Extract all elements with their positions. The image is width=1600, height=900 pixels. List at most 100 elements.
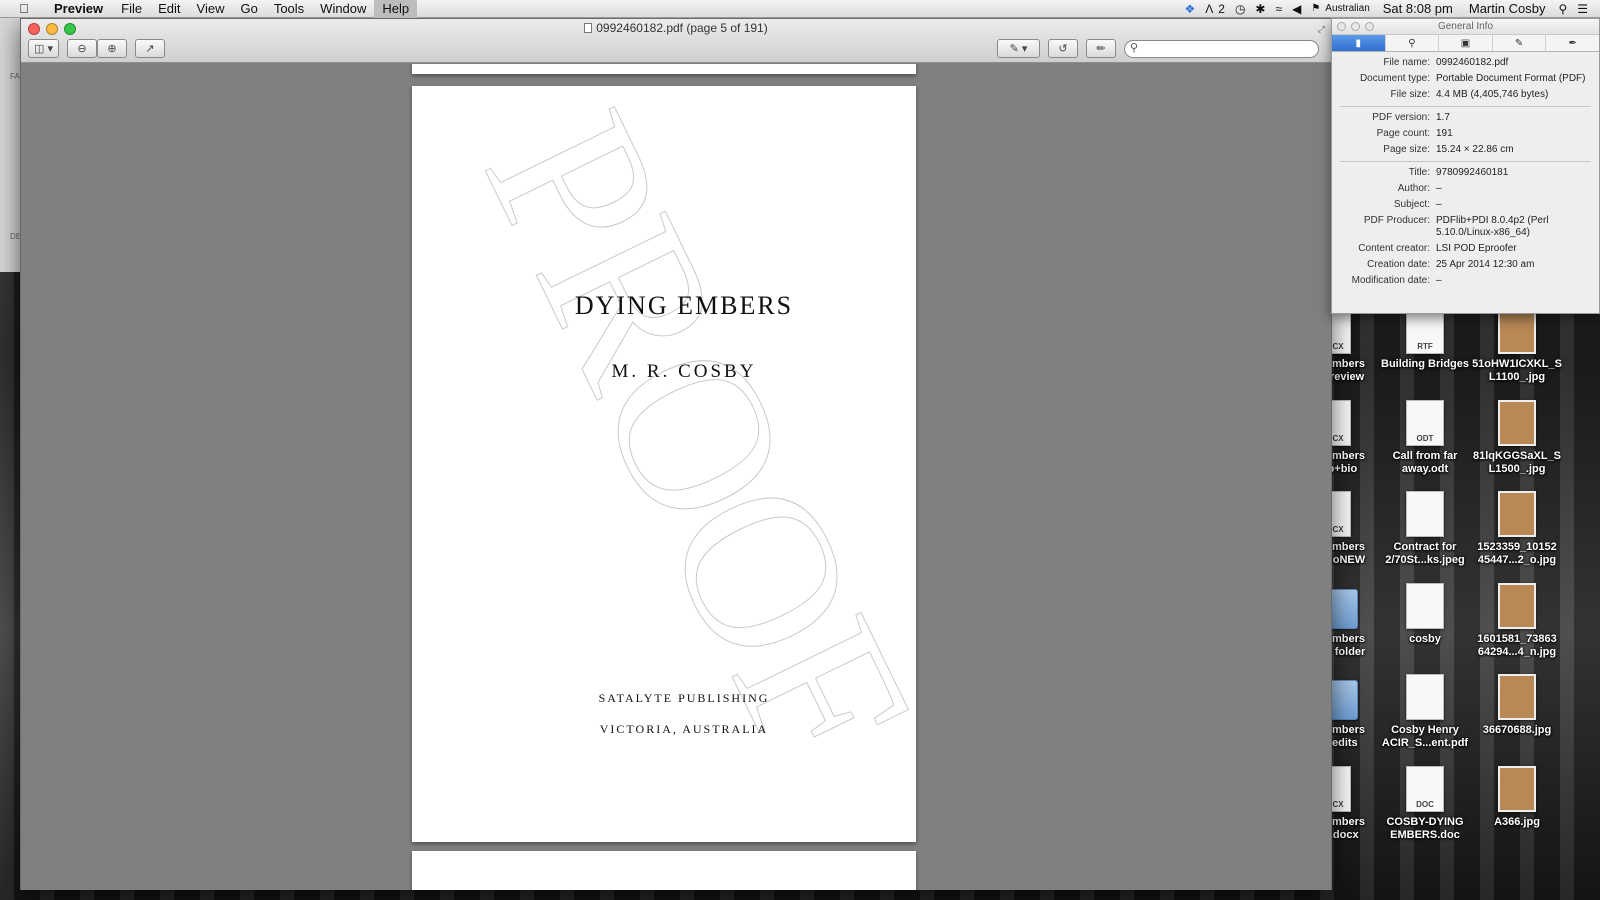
info-label: Content creator: [1358, 243, 1430, 254]
sidebar-toggle-button[interactable]: ◫ ▾ [28, 39, 59, 58]
book-author: M. R. COSBY [611, 361, 757, 382]
search-input[interactable] [1124, 40, 1319, 58]
desktop-icon[interactable]: 51oHW1ICXKL_S L1100_.jpg [1471, 308, 1563, 384]
status-area: ❖ Λ 2 ◷ ✱ ≈ ◀ ⚑ Australian Sat 8:08 pm M… [1179, 0, 1600, 18]
current-page[interactable]: PROOF DYING EMBERS M. R. COSBY SATALYTE … [412, 86, 916, 842]
volume-icon[interactable]: ◀ [1287, 0, 1306, 18]
desktop-icon-label: 51oHW1ICXKL_S L1100_.jpg [1472, 358, 1562, 383]
adobe-icon[interactable]: Λ [1200, 0, 1218, 18]
search-icon[interactable]: ⚲ [1386, 35, 1440, 51]
lock-icon[interactable]: ▣ [1439, 35, 1493, 51]
info-label: Document type: [1359, 73, 1430, 84]
info-row: Page size: 15.24 × 22.86 cm [1340, 142, 1591, 158]
menu-window[interactable]: Window [312, 0, 374, 18]
menu-tools[interactable]: Tools [266, 0, 312, 18]
menu-go[interactable]: Go [232, 0, 265, 18]
image-file-icon [1498, 674, 1536, 720]
zoom-out-button[interactable]: ⊖ [67, 39, 97, 58]
flag-icon[interactable]: ⚑ [1306, 0, 1325, 18]
desktop-icon[interactable]: Contract for 2/70St...ks.jpeg [1379, 491, 1471, 567]
time-machine-icon[interactable]: ◷ [1230, 0, 1250, 18]
image-file-icon [1498, 400, 1536, 446]
notification-center-icon[interactable]: ☰ [1572, 0, 1600, 18]
inspector-close-button[interactable] [1337, 22, 1346, 31]
inspector-zoom-button[interactable] [1365, 22, 1374, 31]
inspector-titlebar[interactable]: General Info [1332, 19, 1599, 35]
bg-window-label: FA [10, 72, 20, 81]
desktop-icon[interactable]: ODT Call from far away.odt [1379, 400, 1471, 476]
apple-menu-icon[interactable]:  [16, 1, 32, 16]
edit-toolbar-button[interactable]: ✏ [1086, 39, 1116, 58]
pen-icon[interactable]: ✒ [1546, 35, 1599, 51]
menu-edit[interactable]: Edit [150, 0, 188, 18]
desktop-icon[interactable]: 36670688.jpg [1471, 674, 1563, 737]
info-value: 191 [1436, 128, 1453, 139]
desktop-icon-label: cosby [1409, 633, 1441, 645]
desktop-icon[interactable]: Cosby Henry ACIR_S...ent.pdf [1379, 674, 1471, 750]
fullscreen-icon[interactable]: ⤢ [1318, 24, 1325, 35]
edit-icon: ✏ [1096, 43, 1106, 55]
info-row: Modification date: – [1340, 273, 1591, 289]
next-page[interactable] [412, 851, 916, 890]
image-file-icon [1498, 491, 1536, 537]
desktop-icon[interactable]: DOC COSBY-DYING EMBERS.doc [1379, 766, 1471, 842]
desktop-icon[interactable]: 1523359_10152 45447...2_o.jpg [1471, 491, 1563, 567]
app-menu[interactable]: Preview [48, 0, 113, 18]
desktop-icon[interactable]: RTF Building Bridges [1379, 308, 1471, 371]
info-value: PDFlib+PDI 8.0.4p2 (Perl 5.10.0/Linux-x8… [1436, 215, 1549, 238]
bluetooth-icon[interactable]: ✱ [1250, 0, 1270, 18]
desktop-icon-label: Building Bridges [1381, 358, 1469, 370]
info-label: Author: [1397, 183, 1430, 194]
desktop-icon-label: Call from far away.odt [1392, 450, 1458, 475]
input-source-label[interactable]: Australian [1325, 0, 1374, 18]
share-button[interactable]: ↗ [135, 39, 165, 58]
user-name[interactable]: Martin Cosby [1461, 0, 1554, 18]
notification-count[interactable]: 2 [1218, 0, 1230, 18]
rotate-icon: ↺ [1058, 43, 1068, 55]
background-window[interactable]: FA DE [0, 18, 22, 272]
general-info-icon[interactable]: ▮ [1332, 35, 1386, 51]
file-extension-label: DOC [1416, 800, 1434, 809]
info-row: PDF version: 1.7 [1340, 110, 1591, 126]
pen-icon: ✎ ▾ [1009, 43, 1028, 55]
clock[interactable]: Sat 8:08 pm [1375, 0, 1461, 18]
info-label: File name: [1383, 57, 1430, 68]
inspector-minimize-button[interactable] [1351, 22, 1360, 31]
info-row: Author: – [1340, 181, 1591, 197]
menu-view[interactable]: View [189, 0, 233, 18]
rotate-button[interactable]: ↺ [1048, 39, 1078, 58]
desktop-icon[interactable]: A366.jpg [1471, 766, 1563, 829]
file-extension-label: RTF [1417, 342, 1433, 351]
dropbox-icon[interactable]: ❖ [1179, 0, 1200, 18]
desktop-icon[interactable]: cosby [1379, 583, 1471, 646]
window-titlebar[interactable]: 0992460182.pdf (page 5 of 191) ⤢ ◫ ▾ ⊖ ⊕… [21, 19, 1331, 63]
info-row: Subject: – [1340, 197, 1591, 213]
info-value: – [1436, 199, 1442, 210]
info-label: Page count: [1376, 128, 1430, 139]
inspector-panel: General Info ▮ ⚲ ▣ ✎ ✒ File name: 0992460… [1331, 18, 1600, 314]
preview-window: 0992460182.pdf (page 5 of 191) ⤢ ◫ ▾ ⊖ ⊕… [20, 18, 1332, 890]
info-row: Title: 9780992460181 [1340, 165, 1591, 181]
window-title: 0992460182.pdf (page 5 of 191) [21, 21, 1331, 35]
pencil-icon[interactable]: ✎ [1493, 35, 1547, 51]
zoom-in-button[interactable]: ⊕ [97, 39, 127, 58]
desktop-icon-label: 36670688.jpg [1482, 724, 1552, 736]
wifi-icon[interactable]: ≈ [1270, 0, 1287, 18]
desktop-icon[interactable]: 81lqKGGSaXL_S L1500_.jpg [1471, 400, 1563, 476]
annotate-button[interactable]: ✎ ▾ [997, 39, 1040, 58]
menu-help[interactable]: Help [374, 0, 418, 18]
desktop-icon[interactable]: 1601581_73863 64294...4_n.jpg [1471, 583, 1563, 659]
previous-page[interactable] [412, 64, 916, 74]
info-value: 4.4 MB (4,405,746 bytes) [1436, 89, 1549, 100]
info-value: 15.24 × 22.86 cm [1436, 144, 1514, 155]
window-title-text: 0992460182.pdf (page 5 of 191) [596, 21, 768, 35]
zoom-in-icon: ⊕ [107, 43, 117, 55]
document-file-icon: ODT [1406, 400, 1444, 446]
document-file-icon: RTF [1406, 308, 1444, 354]
menu-file[interactable]: File [113, 0, 150, 18]
spotlight-icon[interactable]: ⚲ [1553, 0, 1572, 18]
document-view[interactable]: PROOF DYING EMBERS M. R. COSBY SATALYTE … [21, 64, 1331, 890]
info-row: File name: 0992460182.pdf [1340, 55, 1591, 71]
image-file-icon [1498, 308, 1536, 354]
info-value: – [1436, 183, 1442, 194]
